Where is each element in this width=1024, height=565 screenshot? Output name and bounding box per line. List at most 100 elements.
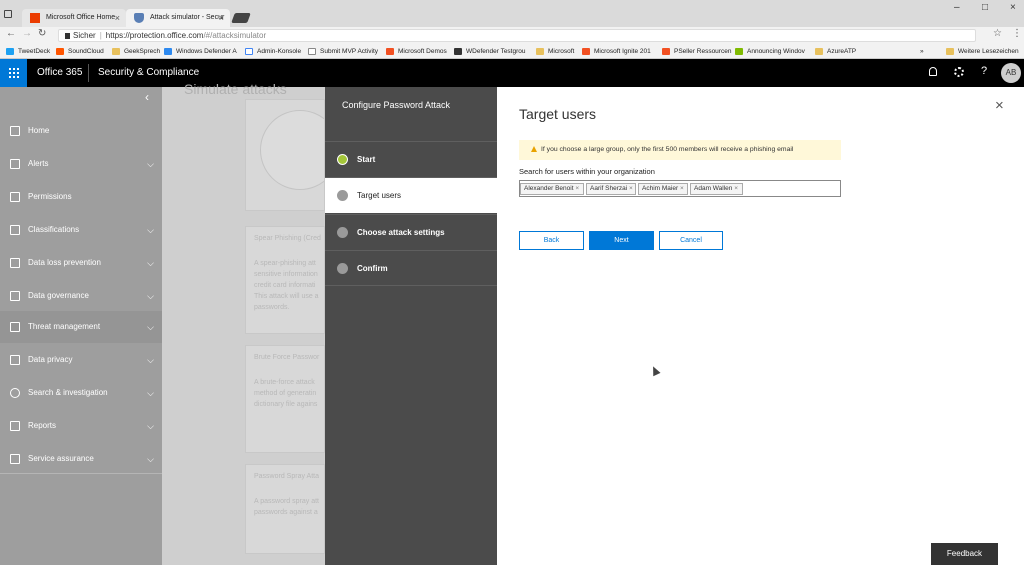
product-name[interactable]: Security & Compliance [98, 67, 199, 78]
close-window-button[interactable]: × [1010, 2, 1016, 13]
chevron-down-icon: ⌵ [147, 388, 154, 398]
left-navigation: ‹ Home Alerts ⌵ Permissions Classificatio… [0, 87, 162, 565]
minimize-button[interactable]: – [954, 2, 960, 13]
list-icon [10, 225, 20, 235]
nav-item-data-privacy[interactable]: Data privacy ⌵ [0, 344, 162, 376]
app-launcher-icon[interactable] [0, 59, 27, 87]
feedback-button[interactable]: Feedback [931, 543, 998, 565]
close-panel-button[interactable]: × [995, 97, 1004, 114]
close-tab-icon[interactable]: × [219, 9, 224, 27]
url-field[interactable]: Sicher | https://protection.office.com/#/a… [58, 29, 976, 42]
microsoft-icon [662, 48, 670, 55]
step-dot-icon [337, 227, 348, 238]
close-tab-icon[interactable]: × [115, 9, 120, 27]
next-button[interactable]: Next [589, 231, 654, 250]
remove-user-icon[interactable]: × [629, 185, 633, 192]
cancel-button[interactable]: Cancel [659, 231, 723, 250]
document-lock-icon [10, 258, 20, 268]
chevron-down-icon: ⌵ [147, 291, 154, 301]
background-page: Simulate attacks Spear Phishing (Cred A … [162, 81, 325, 565]
bookmark-item[interactable]: Submit MVP Activity [308, 46, 378, 57]
url-path: /#/attacksimulator [203, 31, 267, 40]
nav-item-service-assurance[interactable]: Service assurance ⌵ [0, 443, 162, 475]
forward-arrow-icon[interactable]: → [22, 28, 32, 39]
attack-card-brute-force: Brute Force Passwor A brute-force attack… [245, 345, 325, 453]
back-button[interactable]: Back [519, 231, 584, 250]
app-name[interactable]: Office 365 [37, 67, 82, 78]
check-icon [337, 154, 348, 165]
nav-item-threat-management[interactable]: Threat management ⌵ [0, 311, 162, 343]
tab-attack-simulator[interactable]: Attack simulator - Secur × [126, 9, 230, 27]
tab-title: Attack simulator - Secur [150, 14, 225, 21]
collapse-nav-button[interactable]: ‹ [145, 90, 149, 104]
bookmark-item[interactable]: Microsoft Ignite 201 [582, 46, 651, 57]
more-menu-icon[interactable]: ⋮ [1012, 28, 1022, 39]
bookmark-item[interactable]: Admin-Konsole [245, 46, 301, 57]
nav-item-search[interactable]: Search & investigation ⌵ [0, 377, 162, 409]
folder-icon [112, 48, 120, 55]
chevron-down-icon: ⌵ [147, 258, 154, 268]
nav-divider [0, 473, 162, 474]
star-icon[interactable]: ☆ [993, 28, 1002, 39]
nav-item-dlp[interactable]: Data loss prevention ⌵ [0, 247, 162, 279]
remove-user-icon[interactable]: × [575, 185, 579, 192]
certificate-icon [10, 454, 20, 464]
new-tab-button[interactable] [231, 13, 251, 23]
bookmark-item[interactable]: Announcing Windov [735, 46, 805, 57]
wizard-step-confirm[interactable]: Confirm [325, 250, 497, 286]
home-icon [10, 126, 20, 136]
chevron-down-icon: ⌵ [147, 421, 154, 431]
nav-item-alerts[interactable]: Alerts ⌵ [0, 148, 162, 180]
nav-item-data-governance[interactable]: Data governance ⌵ [0, 280, 162, 312]
remove-user-icon[interactable]: × [680, 185, 684, 192]
nav-item-home[interactable]: Home [0, 115, 162, 147]
bookmark-item[interactable]: GeekSprech [112, 46, 160, 57]
back-arrow-icon[interactable]: ← [6, 28, 16, 39]
bookmark-item[interactable]: Microsoft Demos [386, 46, 447, 57]
page-icon [308, 48, 316, 55]
reload-icon[interactable]: ↻ [38, 28, 46, 39]
nav-item-reports[interactable]: Reports ⌵ [0, 410, 162, 442]
bell-icon[interactable] [929, 67, 937, 76]
bookmark-item[interactable]: WDefender Testgrou [454, 46, 526, 57]
shield-favicon-icon [134, 13, 144, 23]
folder-icon [536, 48, 544, 55]
wizard-step-target-users[interactable]: Target users [325, 177, 497, 213]
bookmark-item[interactable]: SoundCloud [56, 46, 104, 57]
windows-icon [164, 48, 172, 55]
nav-item-classifications[interactable]: Classifications ⌵ [0, 214, 162, 246]
lock-icon [10, 355, 20, 365]
attack-card-top [245, 99, 325, 211]
panel-title: Target users [519, 106, 597, 122]
windows-icon [735, 48, 743, 55]
o365-header: Office 365 Security & Compliance ? AB [0, 59, 1024, 87]
bookmark-item[interactable]: PSeller Ressourcen [662, 46, 731, 57]
wizard-step-attack-settings[interactable]: Choose attack settings [325, 214, 497, 250]
step-dot-icon [337, 190, 348, 201]
bookmark-item[interactable]: Microsoft [536, 46, 574, 57]
other-bookmarks-folder[interactable]: Weitere Lesezeichen [946, 46, 1019, 57]
bookmarks-overflow-button[interactable]: » [920, 46, 924, 57]
maximize-button[interactable]: □ [982, 2, 988, 13]
lock-icon [10, 291, 20, 301]
bookmarks-bar: TweetDeck SoundCloud GeekSprech Windows … [0, 44, 1024, 59]
warning-banner: If you choose a large group, only the fi… [519, 140, 841, 160]
chevron-down-icon: ⌵ [147, 322, 154, 332]
bookmark-item[interactable]: AzureATP [815, 46, 856, 57]
avatar[interactable]: AB [1001, 63, 1021, 83]
nav-item-permissions[interactable]: Permissions [0, 181, 162, 213]
remove-user-icon[interactable]: × [734, 185, 738, 192]
people-icon [10, 192, 20, 202]
gear-icon[interactable] [954, 67, 964, 77]
tab-office-home[interactable]: Microsoft Office Home × [22, 9, 126, 27]
bookmark-item[interactable]: Windows Defender A [164, 46, 237, 57]
url-prefix: https://protection.office.com [105, 31, 204, 40]
bookmark-item[interactable]: TweetDeck [6, 46, 50, 57]
microsoft-icon [386, 48, 394, 55]
browser-menu-icon[interactable] [4, 10, 12, 18]
user-pill: Alexander Benoit × [520, 183, 584, 195]
wizard-step-start[interactable]: Start [325, 141, 497, 177]
chevron-down-icon: ⌵ [147, 355, 154, 365]
alert-icon [10, 159, 20, 169]
help-icon[interactable]: ? [981, 65, 987, 77]
